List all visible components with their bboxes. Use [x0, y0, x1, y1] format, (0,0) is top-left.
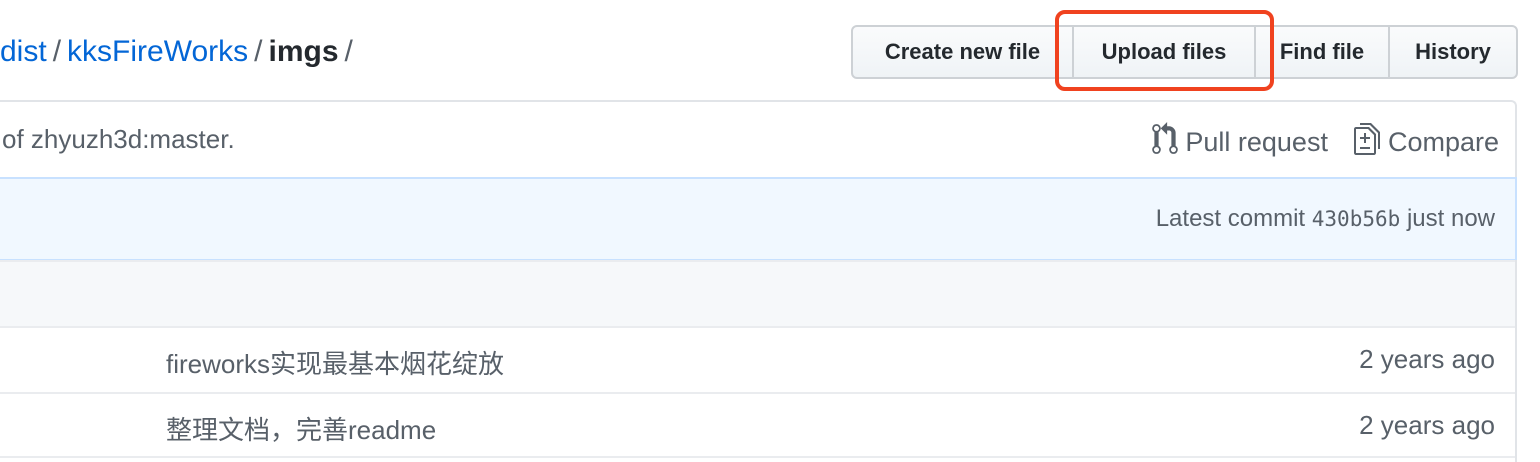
pull-request-label: Pull request — [1185, 127, 1328, 157]
branch-status-text: of zhyuzh3d:master. — [2, 124, 235, 154]
file-list-table: fireworks实现最基本烟花绽放 2 years ago 整理文档，完善re… — [0, 260, 1517, 462]
breadcrumb-link-kksfireworks[interactable]: kksFireWorks — [67, 35, 248, 68]
breadcrumb-separator: / — [52, 35, 62, 68]
upload-files-button[interactable]: Upload files — [1072, 25, 1256, 79]
table-row: 整理文档，完善readme 2 years ago — [0, 392, 1515, 458]
file-actions-button-group: Create new file Upload files Find file H… — [851, 25, 1518, 79]
history-button[interactable]: History — [1388, 25, 1518, 79]
commit-message-link[interactable]: 整理文档，完善readme — [166, 410, 436, 447]
commit-age: 2 years ago — [1359, 410, 1495, 440]
commit-sha-link[interactable]: 430b56b — [1312, 207, 1401, 231]
breadcrumb-separator: / — [344, 35, 353, 68]
breadcrumb-link-dist[interactable]: dist — [0, 35, 47, 68]
parent-directory-row[interactable] — [0, 260, 1515, 326]
pull-request-link[interactable]: Pull request — [1151, 122, 1328, 163]
create-new-file-button[interactable]: Create new file — [851, 25, 1074, 79]
table-row: fireworks实现最基本烟花绽放 2 years ago — [0, 326, 1515, 392]
compare-label: Compare — [1387, 127, 1499, 157]
diff-icon — [1353, 122, 1388, 163]
branch-info-bar: of zhyuzh3d:master. Pull request Compare — [0, 100, 1517, 178]
commit-age: 2 years ago — [1359, 344, 1495, 374]
git-pull-request-icon — [1151, 122, 1185, 163]
branch-actions: Pull request Compare — [1151, 122, 1499, 163]
breadcrumb-current-folder: imgs — [268, 35, 339, 68]
latest-commit-bar: Latest commit 430b56b just now — [0, 177, 1517, 261]
breadcrumb: dist / kksFireWorks / imgs / — [0, 30, 359, 74]
latest-commit-prefix: Latest commit — [1155, 205, 1306, 232]
commit-time: just now — [1406, 205, 1495, 232]
compare-link[interactable]: Compare — [1353, 122, 1499, 163]
latest-commit-info: Latest commit 430b56b just now — [1156, 205, 1495, 233]
find-file-button[interactable]: Find file — [1254, 25, 1390, 79]
breadcrumb-separator: / — [254, 35, 263, 68]
commit-message-link[interactable]: fireworks实现最基本烟花绽放 — [166, 344, 504, 381]
